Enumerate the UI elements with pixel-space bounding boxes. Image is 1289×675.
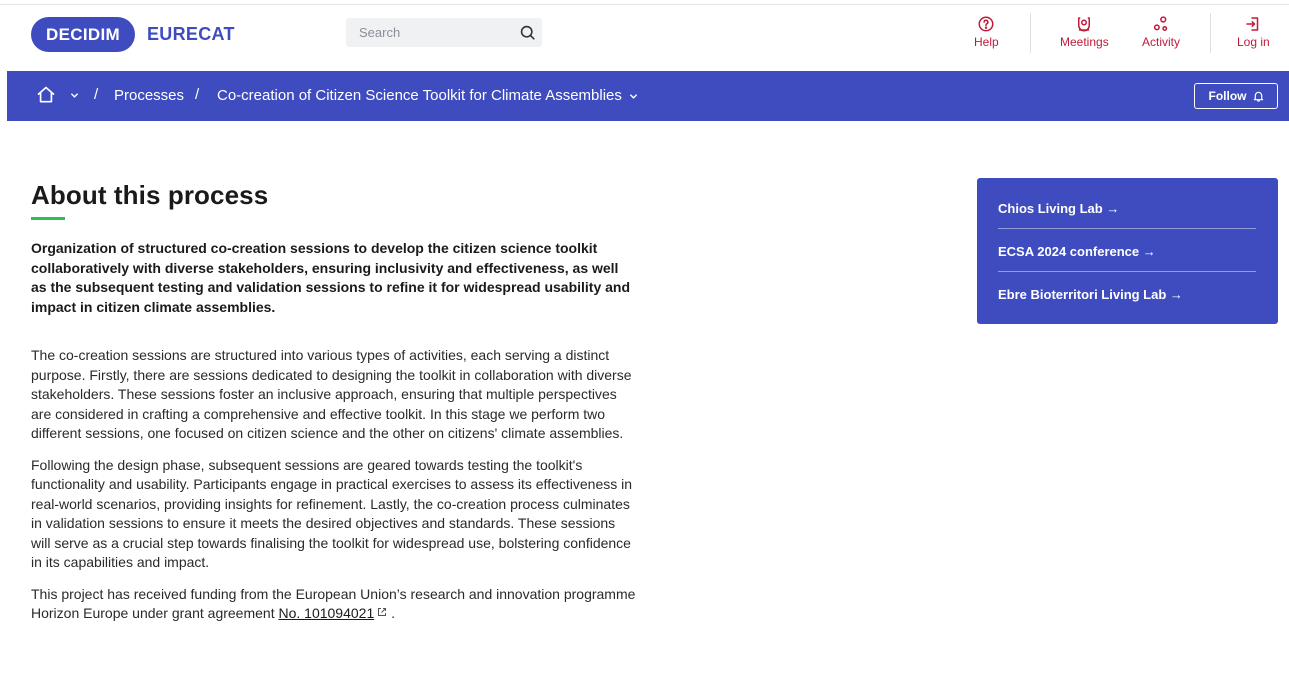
meetings-link[interactable]: Meetings — [1060, 15, 1109, 57]
sidebar-divider — [998, 271, 1256, 272]
breadcrumb-processes[interactable]: Processes — [114, 87, 184, 104]
help-icon — [978, 16, 994, 32]
breadcrumb-current-process[interactable]: Co-creation of Citizen Science Toolkit f… — [217, 87, 622, 104]
breadcrumb-separator: / — [195, 86, 200, 103]
sidebar-link-ebre-bioterritori[interactable]: Ebre Bioterritori Living Lab → — [998, 287, 1256, 302]
title-underline — [31, 217, 65, 220]
process-description: About this process Organization of struc… — [31, 178, 636, 624]
nav-divider — [1210, 13, 1211, 53]
login-label: Log in — [1237, 35, 1270, 49]
activity-icon — [1153, 16, 1168, 31]
activity-link[interactable]: Activity — [1142, 15, 1180, 57]
external-link-icon — [378, 608, 387, 616]
description-paragraph: The co-creation sessions are structured … — [31, 347, 632, 441]
chevron-down-icon[interactable] — [70, 91, 79, 100]
help-label: Help — [974, 35, 999, 49]
help-link[interactable]: Help — [974, 15, 999, 57]
search-box — [346, 18, 542, 47]
sidebar-link-ecsa-2024[interactable]: ECSA 2024 conference → — [998, 244, 1256, 259]
grant-agreement-link[interactable]: No. 101094021 — [278, 605, 374, 621]
description-paragraph: Following the design phase, subsequent s… — [31, 456, 633, 571]
related-links-card: Chios Living Lab → ECSA 2024 conference … — [977, 178, 1278, 324]
breadcrumb-separator: / — [94, 86, 99, 103]
page-title: About this process — [31, 180, 269, 210]
sidebar-divider — [998, 228, 1256, 229]
chevron-down-icon[interactable] — [629, 92, 638, 101]
search-icon[interactable] — [518, 23, 537, 42]
search-input[interactable] — [346, 18, 516, 47]
funding-paragraph: This project has received funding from t… — [31, 585, 636, 624]
follow-button[interactable]: Follow — [1194, 83, 1278, 109]
bell-icon — [1253, 91, 1263, 102]
breadcrumb: / Processes / Co-creation of Citizen Sci… — [7, 71, 1289, 121]
decidim-logo[interactable]: DECIDIM — [31, 17, 135, 52]
funding-end: . — [391, 605, 396, 621]
meetings-icon — [1078, 17, 1091, 32]
follow-label: Follow — [1208, 89, 1247, 103]
home-icon[interactable] — [36, 85, 56, 105]
login-link[interactable]: Log in — [1237, 15, 1270, 57]
nav-divider — [1030, 13, 1031, 53]
site-header: DECIDIM EURECAT Help Meetings Act — [0, 5, 1289, 70]
logo-text: DECIDIM — [46, 24, 120, 44]
login-icon — [1246, 17, 1259, 31]
organization-name[interactable]: EURECAT — [147, 24, 235, 45]
process-lead: Organization of structured co-creation s… — [31, 240, 631, 315]
sidebar-link-chios-living-lab[interactable]: Chios Living Lab → — [998, 201, 1256, 216]
meetings-label: Meetings — [1060, 35, 1109, 49]
activity-label: Activity — [1142, 35, 1181, 49]
